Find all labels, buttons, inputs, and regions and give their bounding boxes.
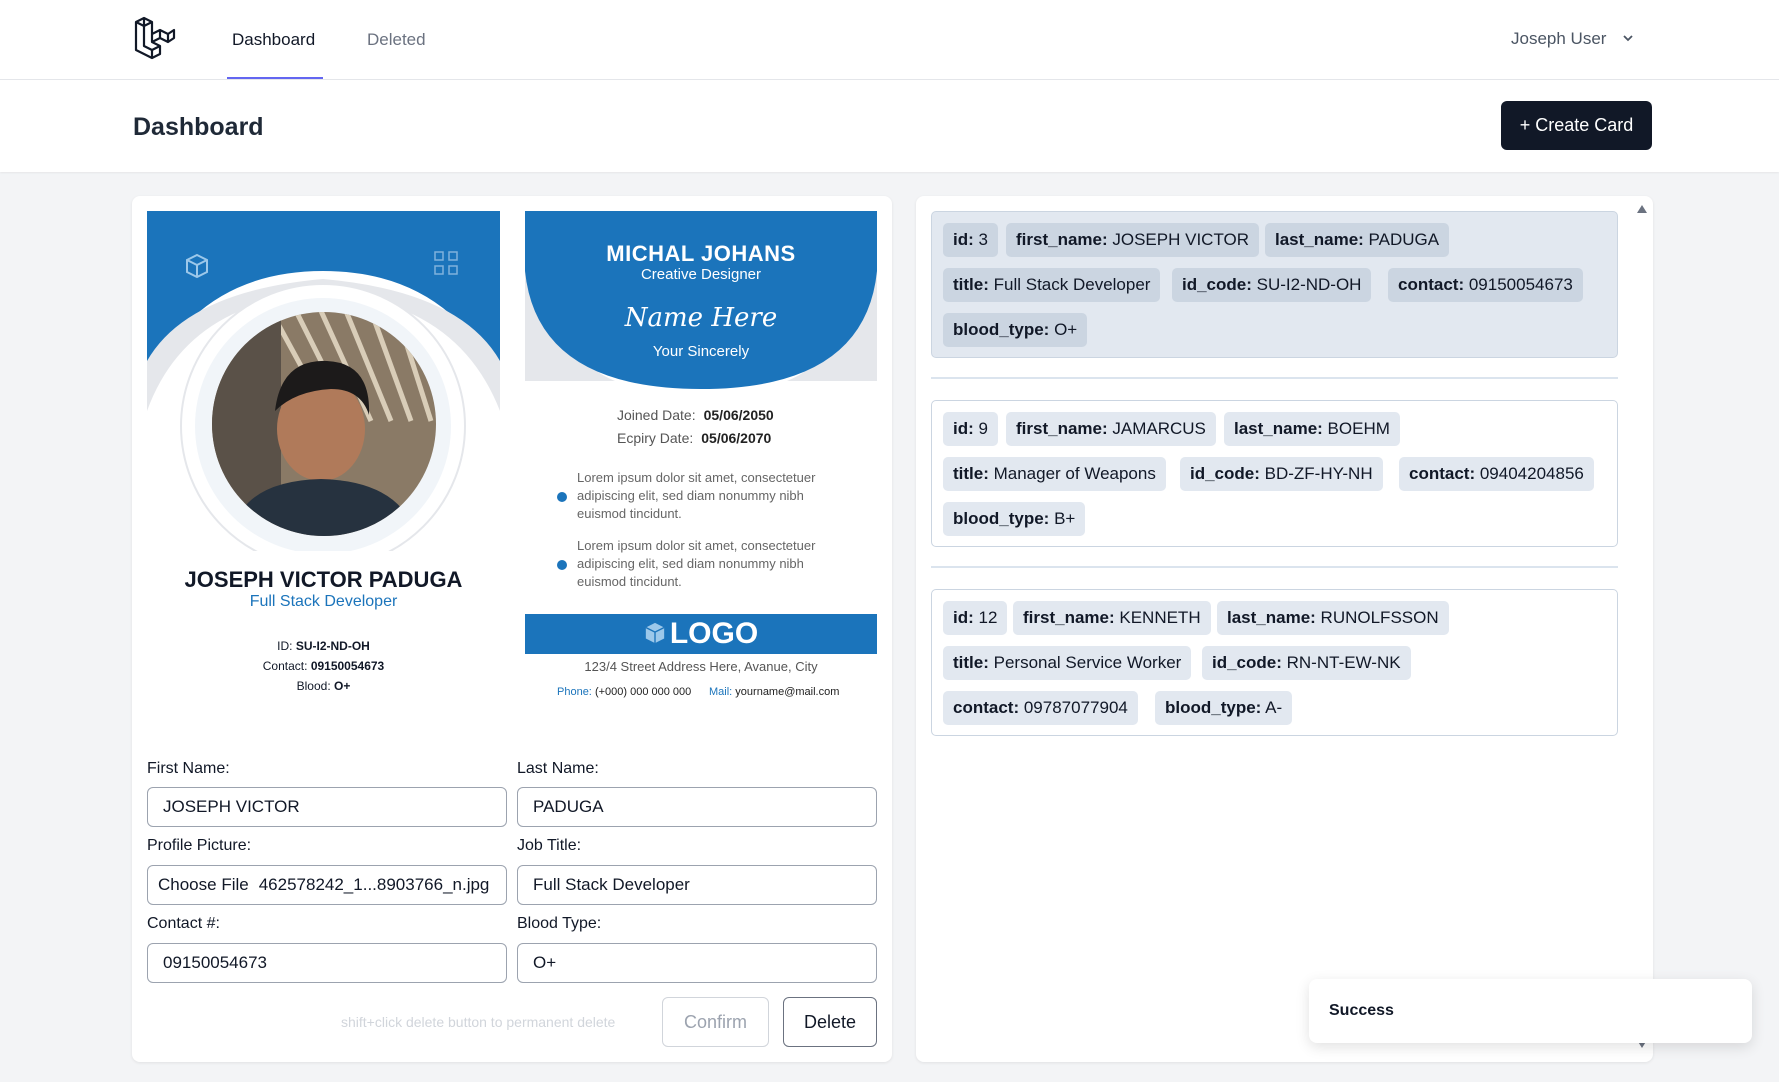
- tab-dashboard[interactable]: Dashboard: [232, 30, 315, 50]
- choose-file-button[interactable]: Choose File: [158, 866, 249, 904]
- blood-type-input[interactable]: [517, 943, 877, 983]
- bullet-icon: [557, 492, 567, 502]
- card-id-label: ID:: [277, 639, 293, 653]
- chip-first-name: first_name: JAMARCUS: [1006, 412, 1216, 446]
- mail-line: Mail: yourname@mail.com: [709, 686, 839, 698]
- lorem-paragraph: Lorem ipsum dolor sit amet, consectetuer…: [577, 470, 816, 521]
- chip-contact: contact: 09150054673: [1388, 268, 1583, 302]
- contact-input[interactable]: [147, 943, 507, 983]
- card-back-background: [525, 211, 877, 389]
- back-name: MICHAL JOHANS: [606, 241, 796, 266]
- id-card-back: MICHAL JOHANS Creative Designer Name Her…: [525, 211, 877, 716]
- user-name: Joseph User: [1511, 29, 1607, 48]
- profile-picture-input[interactable]: Choose File 462578242_1...8903766_n.jpg: [147, 865, 507, 905]
- chip-title: title: Manager of Weapons: [943, 457, 1166, 491]
- expiry-date-label: Ecpiry Date:: [617, 430, 694, 446]
- laravel-logo-icon[interactable]: [133, 16, 177, 60]
- chip-id-code: id_code: RN-NT-EW-NK: [1202, 646, 1411, 680]
- mail-value: yourname@mail.com: [735, 686, 840, 698]
- back-role: Creative Designer: [640, 266, 762, 283]
- chip-first-name: first_name: KENNETH: [1013, 601, 1211, 635]
- card-contact-line: Contact: 09150054673: [147, 659, 500, 673]
- create-card-button[interactable]: + Create Card: [1501, 101, 1652, 150]
- last-name-label: Last Name:: [517, 760, 599, 777]
- chip-id-code: id_code: SU-I2-ND-OH: [1172, 268, 1372, 302]
- expiry-date-value: 05/06/2070: [701, 430, 772, 446]
- card-id-line: ID: SU-I2-ND-OH: [147, 639, 500, 653]
- contact-label: Contact #:: [147, 915, 220, 932]
- job-title-label: Job Title:: [517, 837, 582, 854]
- address-text: 123/4 Street Address Here, Avanue, City: [584, 659, 818, 674]
- divider: [931, 377, 1618, 379]
- first-name-input[interactable]: [147, 787, 507, 827]
- lorem-paragraph: Lorem ipsum dolor sit amet, consectetuer…: [577, 538, 816, 589]
- bullet-icon: [557, 560, 567, 570]
- phone-label: Phone:: [557, 686, 592, 698]
- delete-hint: shift+click delete button to permanent d…: [341, 1014, 616, 1030]
- chip-last-name: last_name: RUNOLFSSON: [1217, 601, 1449, 635]
- chip-last-name: last_name: BOEHM: [1224, 412, 1400, 446]
- chip-blood-type: blood_type: A-: [1155, 691, 1293, 725]
- cube-logo-icon: [645, 622, 665, 644]
- chip-last-name: last_name: PADUGA: [1265, 223, 1450, 257]
- card-blood-line: Blood: O+: [147, 679, 500, 693]
- chip-blood-type: blood_type: O+: [943, 313, 1088, 347]
- record-card[interactable]: id: 9 first_name: JAMARCUS last_name: BO…: [931, 400, 1618, 547]
- chip-id: id: 3: [943, 223, 998, 257]
- record-card[interactable]: id: 3 first_name: JOSEPH VICTOR last_nam…: [931, 211, 1618, 358]
- delete-button[interactable]: Delete: [783, 997, 877, 1047]
- joined-date: Joined Date: 05/06/2050: [617, 407, 774, 423]
- page-title: Dashboard: [133, 113, 264, 141]
- card-holder-role: Full Stack Developer: [249, 593, 398, 610]
- active-tab-indicator: [227, 77, 323, 79]
- joined-date-label: Joined Date:: [617, 407, 696, 423]
- tab-deleted[interactable]: Deleted: [367, 30, 426, 50]
- chip-contact: contact: 09787077904: [943, 691, 1138, 725]
- chip-contact: contact: 09404204856: [1399, 457, 1594, 491]
- card-contact-value: 09150054673: [310, 659, 385, 673]
- id-card-front: JOSEPH VICTOR PADUGA Full Stack Develope…: [147, 211, 500, 716]
- scroll-up-arrow-icon[interactable]: [1636, 204, 1648, 214]
- chip-id: id: 9: [943, 412, 998, 446]
- card-blood-label: Blood:: [296, 679, 331, 693]
- success-toast: Success: [1309, 979, 1752, 1043]
- card-id-value: SU-I2-ND-OH: [295, 639, 370, 653]
- record-card[interactable]: id: 12 first_name: KENNETH last_name: RU…: [931, 589, 1618, 736]
- decorative-grid-icon: [434, 251, 458, 275]
- user-menu[interactable]: Joseph User: [1511, 29, 1635, 49]
- chip-title: title: Personal Service Worker: [943, 646, 1192, 680]
- chip-first-name: first_name: JOSEPH VICTOR: [1006, 223, 1260, 257]
- profile-picture-label: Profile Picture:: [147, 837, 252, 854]
- phone-value: (+000) 000 000 000: [594, 686, 692, 698]
- file-name: 462578242_1...8903766_n.jpg: [258, 875, 490, 894]
- chip-id: id: 12: [943, 601, 1008, 635]
- chip-title: title: Full Stack Developer: [943, 268, 1161, 302]
- joined-date-value: 05/06/2050: [703, 407, 774, 423]
- chip-id-code: id_code: BD-ZF-HY-NH: [1180, 457, 1383, 491]
- logo-text: LOGO: [669, 617, 759, 650]
- cube-logo-icon: [186, 253, 208, 279]
- signature: Name Here: [624, 303, 778, 333]
- divider: [931, 566, 1618, 568]
- card-contact-label: Contact:: [262, 659, 308, 673]
- job-title-input[interactable]: [517, 865, 877, 905]
- top-navbar: Dashboard Deleted Joseph User: [0, 0, 1779, 80]
- blood-type-label: Blood Type:: [517, 915, 602, 932]
- profile-photo: [212, 312, 436, 536]
- confirm-button[interactable]: Confirm: [662, 997, 769, 1047]
- first-name-label: First Name:: [147, 760, 230, 777]
- last-name-input[interactable]: [517, 787, 877, 827]
- mail-label: Mail:: [709, 686, 733, 698]
- chip-blood-type: blood_type: B+: [943, 502, 1086, 536]
- card-holder-name: JOSEPH VICTOR PADUGA: [184, 567, 463, 592]
- chevron-down-icon: [1623, 35, 1633, 42]
- logo-banner: LOGO: [525, 614, 877, 654]
- card-blood-value: O+: [334, 679, 351, 693]
- phone-line: Phone: (+000) 000 000 000: [557, 686, 691, 698]
- sincerely-text: Your Sincerely: [652, 343, 750, 360]
- expiry-date: Ecpiry Date: 05/06/2070: [617, 430, 771, 446]
